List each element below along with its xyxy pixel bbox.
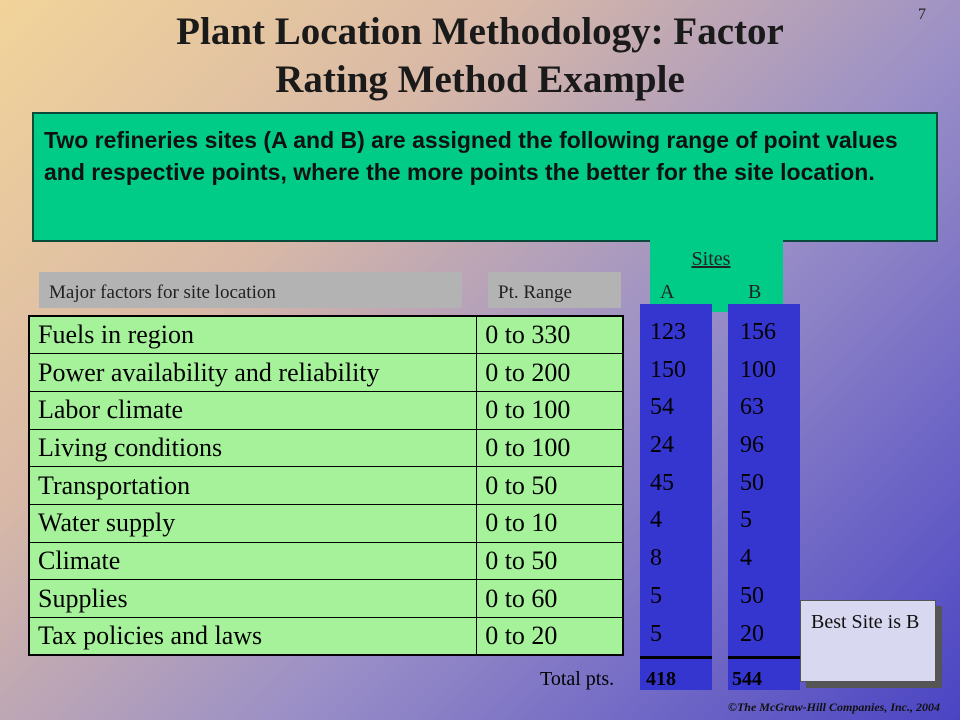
site-a-score: 24 bbox=[650, 432, 674, 459]
sites-label: Sites bbox=[691, 248, 731, 270]
best-site-callout: Best Site is B bbox=[800, 600, 936, 682]
slide-title: Plant Location Methodology: Factor Ratin… bbox=[40, 8, 920, 104]
total-label: Total pts. bbox=[540, 668, 615, 690]
factor-name: Supplies bbox=[28, 579, 478, 618]
site-a-label: A bbox=[660, 281, 675, 303]
site-a-score: 123 bbox=[650, 319, 686, 345]
factor-range: 0 to 50 bbox=[476, 466, 624, 505]
site-b-label: B bbox=[748, 281, 762, 303]
factor-name: Living conditions bbox=[28, 428, 478, 468]
factor-name: Fuels in region bbox=[28, 315, 478, 355]
site-a-scores: 123 150 54 24 45 4 8 5 5 bbox=[650, 318, 686, 657]
site-a-score: 5 bbox=[650, 620, 662, 647]
table-row: Fuels in region 0 to 330 bbox=[28, 315, 624, 355]
site-a-score: 45 bbox=[650, 469, 674, 496]
factor-range: 0 to 10 bbox=[476, 503, 624, 543]
site-b-score: 96 bbox=[740, 432, 764, 459]
site-b-score: 156 bbox=[740, 319, 776, 345]
intro-text-box: Two refineries sites (A and B) are assig… bbox=[32, 112, 938, 242]
site-a-score: 54 bbox=[650, 394, 674, 421]
site-a-score: 5 bbox=[650, 582, 662, 609]
table-row: Tax policies and laws 0 to 20 bbox=[28, 617, 624, 656]
factor-range: 0 to 330 bbox=[476, 315, 624, 355]
site-b-score: 50 bbox=[740, 469, 764, 496]
table-row: Living conditions 0 to 100 bbox=[28, 428, 624, 468]
factor-name: Climate bbox=[28, 541, 478, 581]
table-row: Transportation 0 to 50 bbox=[28, 466, 624, 505]
table-row: Climate 0 to 50 bbox=[28, 541, 624, 581]
site-a-score: 150 bbox=[650, 356, 686, 383]
factor-range: 0 to 20 bbox=[476, 617, 624, 656]
factor-range: 0 to 200 bbox=[476, 353, 624, 392]
factor-table: Fuels in region 0 to 330 Power availabil… bbox=[28, 315, 624, 657]
site-b-score: 4 bbox=[740, 545, 752, 572]
factor-range: 0 to 60 bbox=[476, 579, 624, 618]
factor-name: Labor climate bbox=[28, 390, 478, 430]
site-b-score: 100 bbox=[740, 356, 776, 383]
total-site-a: 418 bbox=[646, 668, 676, 690]
factor-name: Water supply bbox=[28, 503, 478, 543]
total-divider-a bbox=[640, 656, 712, 659]
title-line-2: Rating Method Example bbox=[275, 58, 685, 101]
factor-range: 0 to 50 bbox=[476, 541, 624, 581]
site-b-scores: 156 100 63 96 50 5 4 50 20 bbox=[740, 318, 776, 657]
table-row: Water supply 0 to 10 bbox=[28, 503, 624, 543]
copyright-notice: ©The McGraw-Hill Companies, Inc., 2004 bbox=[728, 700, 940, 714]
site-b-score: 50 bbox=[740, 582, 764, 609]
factor-range: 0 to 100 bbox=[476, 428, 624, 468]
total-site-b: 544 bbox=[732, 668, 762, 690]
factor-name: Power availability and reliability bbox=[28, 353, 478, 392]
site-a-score: 4 bbox=[650, 507, 662, 534]
factor-name: Tax policies and laws bbox=[28, 617, 478, 656]
title-line-1: Plant Location Methodology: Factor bbox=[176, 10, 784, 53]
table-row: Power availability and reliability 0 to … bbox=[28, 353, 624, 392]
table-row: Supplies 0 to 60 bbox=[28, 579, 624, 618]
range-header: Pt. Range bbox=[488, 272, 621, 308]
site-b-score: 63 bbox=[740, 394, 764, 421]
total-divider-b bbox=[728, 656, 800, 659]
factor-range: 0 to 100 bbox=[476, 390, 624, 430]
site-b-score: 20 bbox=[740, 620, 764, 647]
table-row: Labor climate 0 to 100 bbox=[28, 390, 624, 430]
factors-header: Major factors for site location bbox=[39, 272, 462, 308]
factor-name: Transportation bbox=[28, 466, 478, 505]
site-b-score: 5 bbox=[740, 507, 752, 534]
site-a-score: 8 bbox=[650, 545, 662, 572]
